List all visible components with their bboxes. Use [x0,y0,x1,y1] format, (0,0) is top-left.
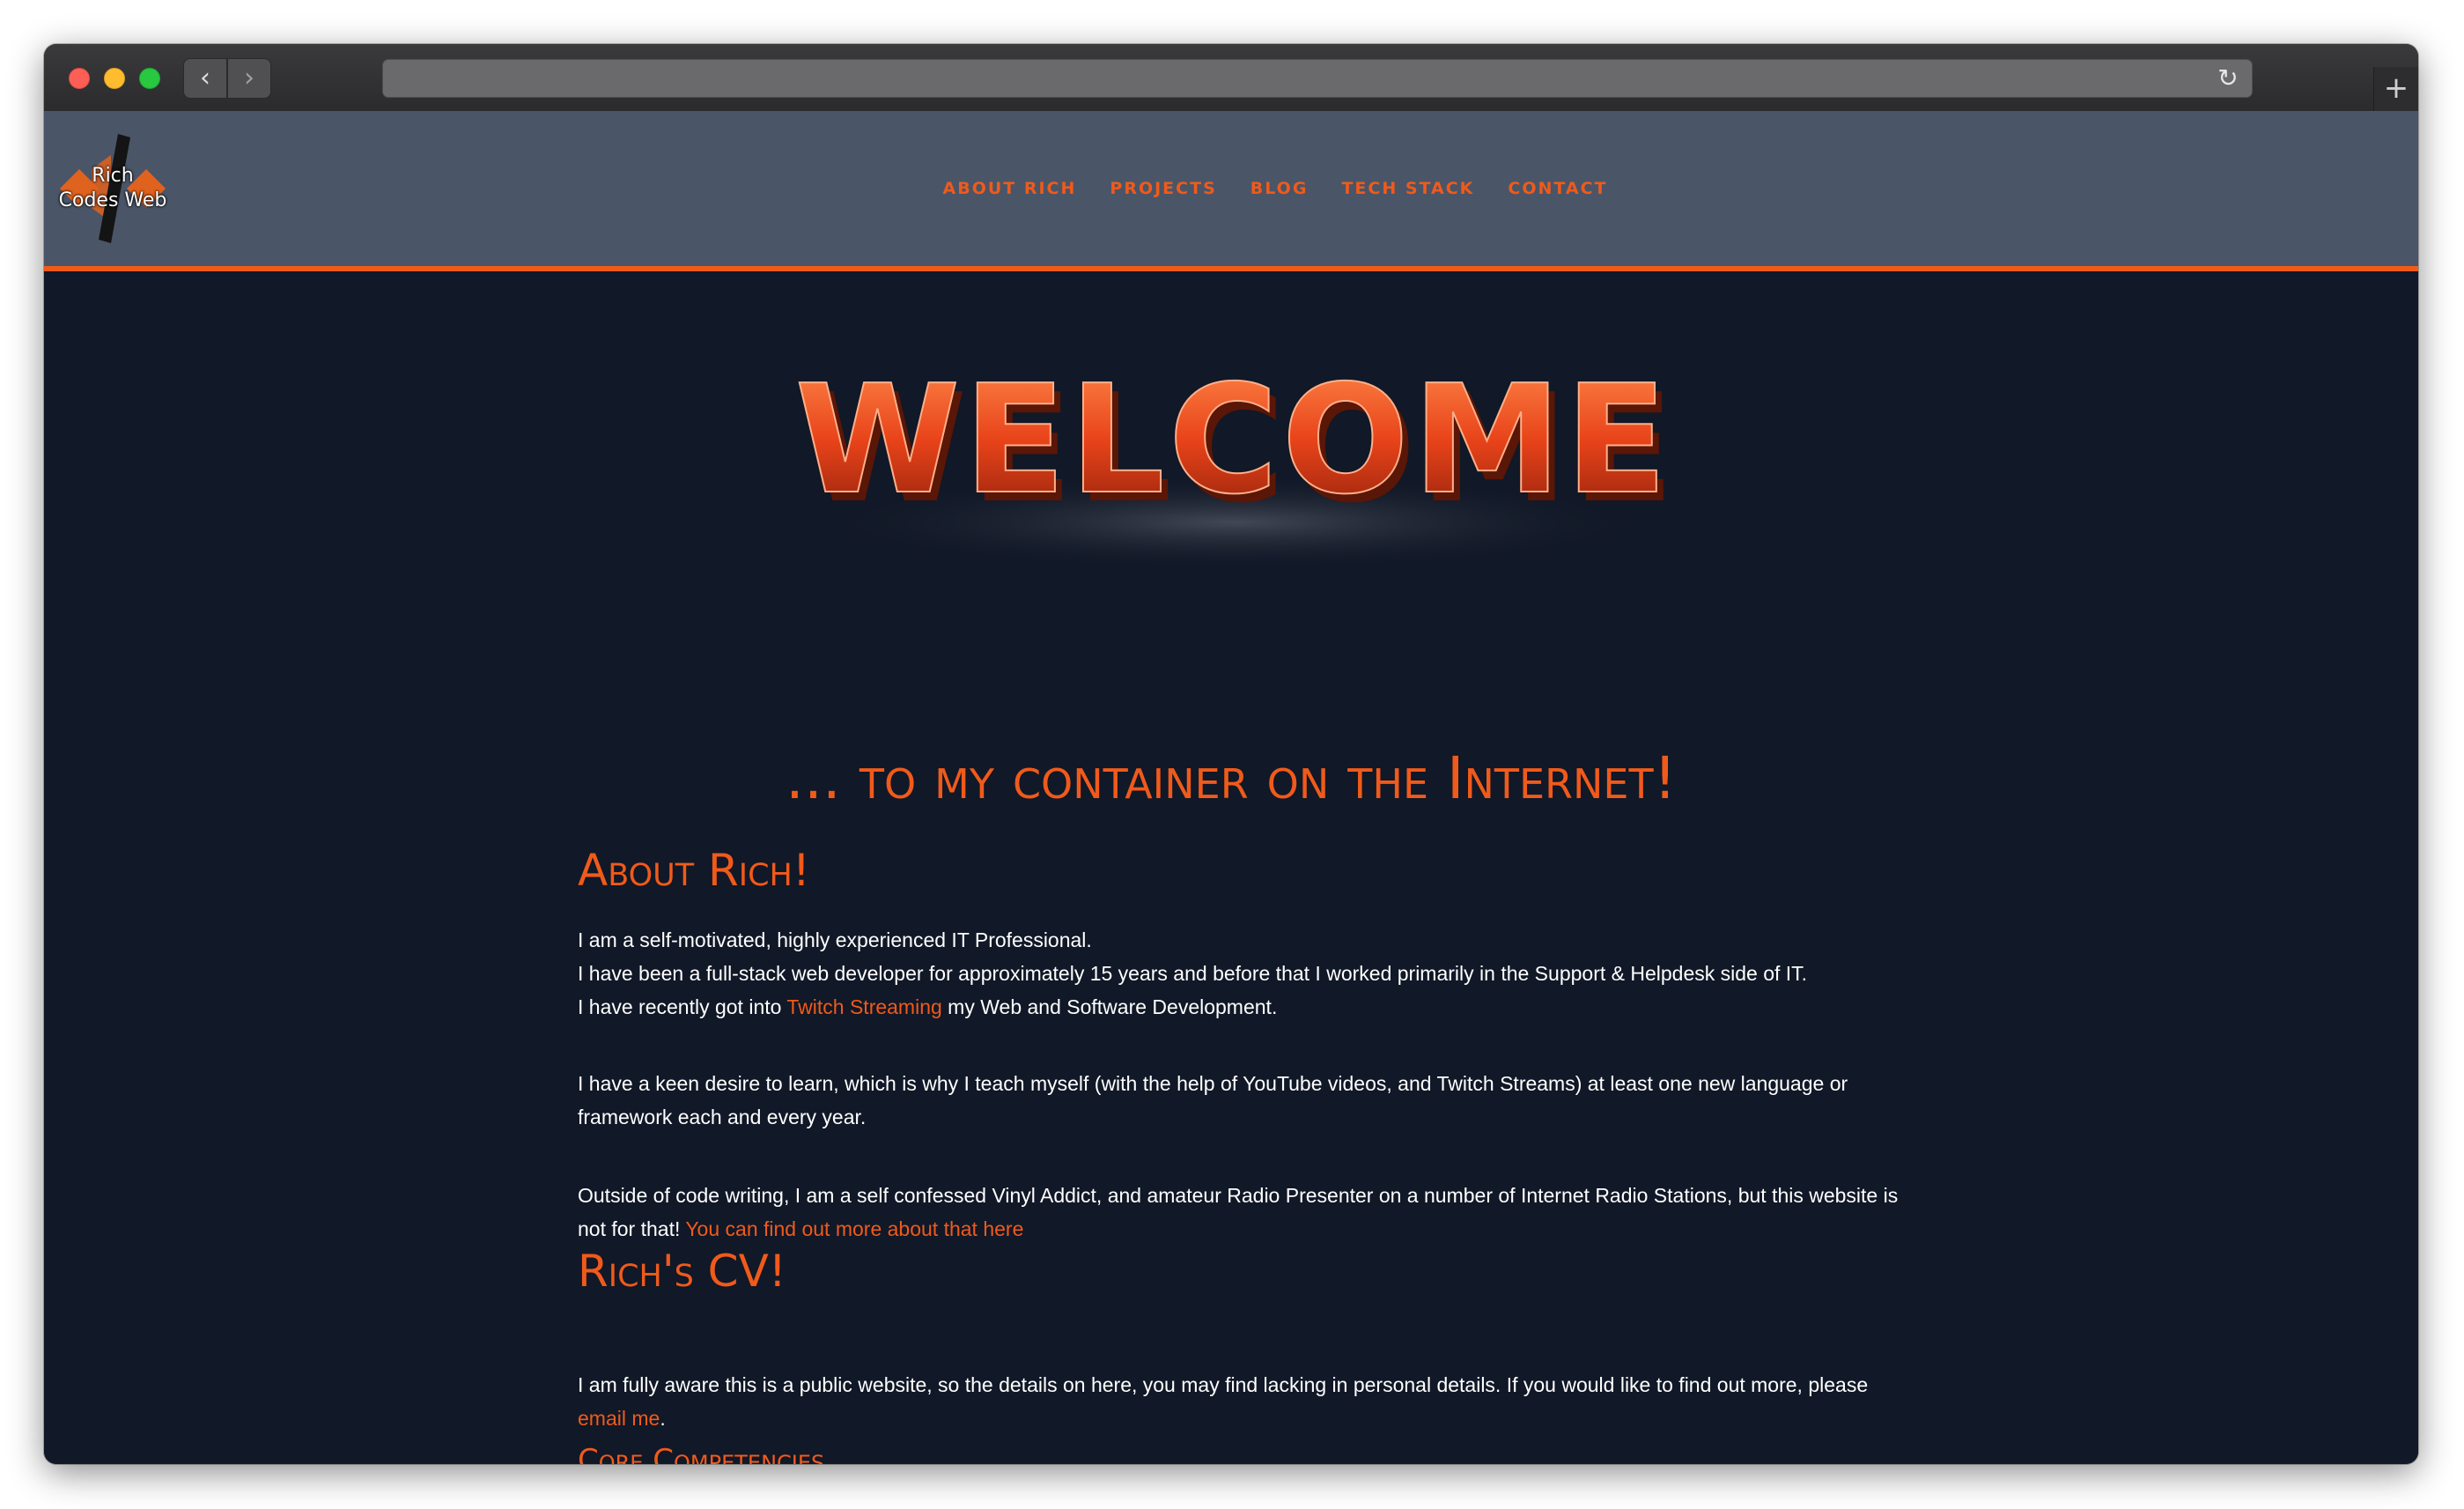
reload-icon[interactable]: ↻ [2213,63,2243,93]
nav-tech-stack[interactable]: TECH STACK [1341,179,1474,198]
about-paragraph-2: I have a keen desire to learn, which is … [578,1072,1848,1128]
about-heading: About Rich! [578,845,810,896]
about-line-3-post: my Web and Software Development. [941,995,1278,1018]
welcome-graphic: WELCOME WELCOME [794,352,1674,571]
about-paragraph-1: I am a self-motivated, highly experience… [578,923,1899,1024]
forward-button[interactable]: › [227,58,271,99]
chevron-left-icon: ‹ [200,63,210,93]
chevron-right-icon: › [244,63,255,93]
cv-heading: Rich's CV! [578,1246,786,1297]
new-tab-button[interactable]: + [2373,67,2418,111]
cv-text: I am fully aware this is a public websit… [578,1373,1869,1396]
about-line-2: I have been a full-stack web developer f… [578,962,1808,985]
page-tagline: ... to my container on the Internet! [785,744,1678,812]
page-content: WELCOME WELCOME ... to my container on t… [44,271,2418,1464]
welcome-text-face: WELCOME [795,353,1671,528]
nav-projects[interactable]: PROJECTS [1110,179,1216,198]
core-competencies-heading: Core Competencies [578,1443,825,1464]
email-me-link[interactable]: email me [578,1407,660,1430]
nav-about-rich[interactable]: ABOUT RICH [943,179,1077,198]
site-header: Rich Codes Web ABOUT RICH PROJECTS BLOG … [44,111,2418,271]
radio-info-link[interactable]: You can find out more about that here [685,1217,1023,1240]
cv-text-end: . [660,1407,666,1430]
address-bar[interactable]: ↻ [382,59,2253,98]
back-button[interactable]: ‹ [183,58,227,99]
nav-contact[interactable]: CONTACT [1508,179,1607,198]
minimize-window-button[interactable] [104,68,125,89]
browser-window: ‹ › ↻ + Rich Codes Web ABOUT RICH PROJEC… [44,44,2418,1464]
close-window-button[interactable] [69,68,90,89]
about-paragraph-3: Outside of code writing, I am a self con… [578,1179,1899,1246]
main-nav: ABOUT RICH PROJECTS BLOG TECH STACK CONT… [44,111,2418,266]
about-line-1: I am a self-motivated, highly experience… [578,928,1092,951]
browser-toolbar: ‹ › ↻ + [44,44,2418,112]
welcome-banner: WELCOME WELCOME [44,271,2418,588]
twitch-streaming-link[interactable]: Twitch Streaming [786,995,941,1018]
cv-paragraph: I am fully aware this is a public websit… [578,1368,1899,1435]
maximize-window-button[interactable] [139,68,160,89]
nav-blog[interactable]: BLOG [1250,179,1309,198]
about-line-3-pre: I have recently got into [578,995,787,1018]
